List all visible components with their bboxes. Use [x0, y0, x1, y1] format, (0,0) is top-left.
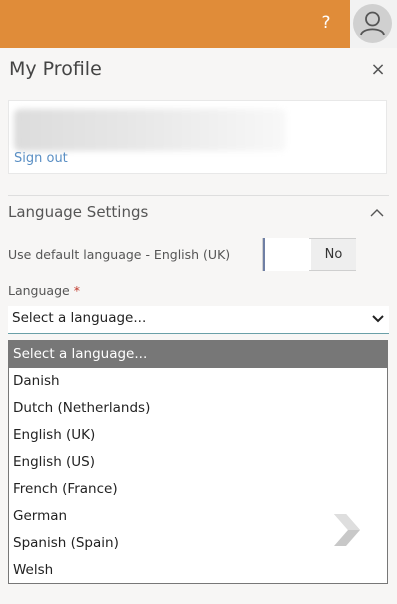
language-label: Language *: [8, 283, 80, 298]
close-icon[interactable]: ×: [368, 60, 388, 80]
avatar: [353, 4, 392, 43]
section-divider: [8, 195, 389, 196]
sign-out-link[interactable]: Sign out: [14, 151, 68, 166]
language-select[interactable]: Select a language...: [8, 306, 389, 334]
chevron-down-icon: [372, 315, 384, 323]
language-option[interactable]: English (UK): [9, 422, 387, 449]
required-marker: *: [73, 283, 80, 298]
help-icon[interactable]: ?: [316, 11, 336, 35]
language-label-text: Language: [8, 283, 70, 298]
language-option[interactable]: Dutch (Netherlands): [9, 395, 387, 422]
redacted-user-name: [14, 109, 286, 151]
toggle-value: No: [311, 239, 356, 270]
panel-title: My Profile: [9, 58, 102, 80]
language-option[interactable]: Select a language...: [9, 341, 387, 368]
default-language-toggle[interactable]: No: [262, 238, 356, 271]
language-option[interactable]: French (France): [9, 476, 387, 503]
chevron-up-icon[interactable]: [368, 204, 386, 222]
toggle-knob: [263, 238, 309, 271]
default-language-label: Use default language - English (UK): [8, 247, 231, 262]
chevron-right-icon: [334, 514, 360, 546]
language-select-value: Select a language...: [12, 310, 147, 326]
language-option[interactable]: Welsh: [9, 557, 387, 584]
section-title-language-settings[interactable]: Language Settings: [8, 203, 148, 221]
user-menu-button[interactable]: [350, 0, 397, 48]
language-option[interactable]: English (US): [9, 449, 387, 476]
language-option[interactable]: Danish: [9, 368, 387, 395]
top-bar: ?: [0, 0, 397, 48]
user-icon: [360, 11, 385, 36]
profile-card: Sign out: [8, 100, 387, 174]
